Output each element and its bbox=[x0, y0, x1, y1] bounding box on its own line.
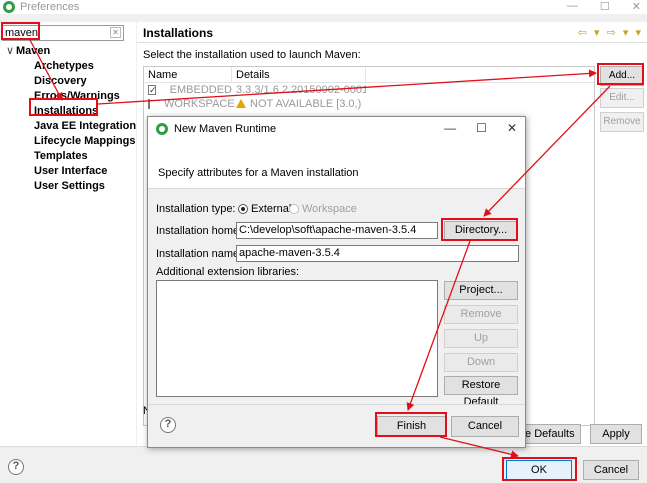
column-header-name[interactable]: Name bbox=[144, 67, 232, 82]
help-icon[interactable]: ? bbox=[8, 459, 24, 475]
filter-input[interactable] bbox=[3, 26, 103, 40]
installation-home-input[interactable]: C:\develop\soft\apache-maven-3.5.4 bbox=[236, 222, 438, 239]
up-button[interactable]: Up bbox=[444, 329, 518, 348]
dialog-divider bbox=[148, 404, 525, 405]
dialog-close-button[interactable]: ✕ bbox=[507, 121, 517, 135]
extension-libraries-label: Additional extension libraries: bbox=[156, 266, 300, 278]
window-title: Preferences bbox=[20, 1, 80, 13]
tree-node-errors-warnings[interactable]: Errors/Warnings bbox=[4, 89, 136, 104]
table-cell-name: WORKSPACE bbox=[144, 97, 235, 111]
table-row[interactable]: WORKSPACE NOT AVAILABLE [3.0,) bbox=[144, 97, 594, 111]
extension-libraries-list[interactable] bbox=[156, 280, 438, 397]
tree-node-installations[interactable]: Installations bbox=[4, 104, 136, 119]
page-navigation-arrows-icon[interactable]: ⇦ ▾ ⇨ ▾ ▾ bbox=[578, 26, 643, 39]
radio-dot bbox=[238, 204, 248, 214]
new-maven-runtime-dialog: New Maven Runtime — ☐ ✕ Specify attribut… bbox=[147, 116, 526, 448]
warning-icon bbox=[236, 99, 246, 108]
installation-name-label: Installation name: bbox=[156, 248, 243, 260]
dialog-title: New Maven Runtime bbox=[174, 123, 277, 135]
page-title: Installations bbox=[143, 26, 214, 40]
remove-button[interactable]: Remove bbox=[600, 112, 644, 132]
installation-type-label: Installation type: bbox=[156, 203, 236, 215]
tree-node-archetypes[interactable]: Archetypes bbox=[4, 59, 136, 74]
down-button[interactable]: Down bbox=[444, 353, 518, 372]
dialog-cancel-button[interactable]: Cancel bbox=[451, 416, 519, 437]
apply-button[interactable]: Apply bbox=[590, 424, 642, 444]
eclipse-app-icon bbox=[156, 123, 168, 135]
page-description: Select the installation used to launch M… bbox=[143, 49, 361, 61]
dialog-window-controls: — ☐ ✕ bbox=[444, 121, 517, 135]
header-divider bbox=[137, 42, 647, 43]
window-controls: — ☐ ✕ bbox=[567, 0, 641, 13]
add-button[interactable]: Add... bbox=[600, 66, 644, 86]
tree-node-maven[interactable]: ∨ Maven bbox=[4, 44, 136, 59]
tree-node-user-interface[interactable]: User Interface bbox=[4, 164, 136, 179]
row-checkbox[interactable] bbox=[148, 83, 156, 97]
tree-node-java-ee-integration[interactable]: Java EE Integration bbox=[4, 119, 136, 134]
tree-node-label: Maven bbox=[16, 45, 51, 57]
window-titlebar: Preferences — ☐ ✕ bbox=[0, 0, 647, 14]
tree-node-user-settings[interactable]: User Settings bbox=[4, 179, 136, 194]
eclipse-app-icon bbox=[3, 1, 15, 13]
finish-button[interactable]: Finish bbox=[377, 416, 446, 437]
row-checkbox[interactable] bbox=[148, 99, 150, 109]
dialog-titlebar: New Maven Runtime — ☐ ✕ bbox=[148, 117, 525, 141]
dialog-remove-button[interactable]: Remove bbox=[444, 305, 518, 324]
installation-name: EMBEDDED bbox=[169, 84, 232, 96]
tree-node-templates[interactable]: Templates bbox=[4, 149, 136, 164]
radio-label: External bbox=[251, 203, 292, 215]
table-cell-details: NOT AVAILABLE [3.0,) bbox=[232, 97, 366, 111]
tree-node-discovery[interactable]: Discovery bbox=[4, 74, 136, 89]
installation-home-label: Installation home: bbox=[156, 225, 243, 237]
dialog-maximize-button[interactable]: ☐ bbox=[476, 121, 487, 135]
radio-workspace[interactable]: Workspace bbox=[289, 203, 357, 215]
close-button[interactable]: ✕ bbox=[632, 0, 641, 13]
project-button[interactable]: Project... bbox=[444, 281, 518, 300]
column-header-details[interactable]: Details bbox=[232, 67, 366, 82]
radio-label: Workspace bbox=[302, 203, 357, 215]
radio-dot bbox=[289, 204, 299, 214]
radio-external[interactable]: External bbox=[238, 203, 291, 215]
preferences-tree-panel: ✕ ∨Maven Archetypes Discovery Errors/War… bbox=[0, 22, 136, 446]
directory-button[interactable]: Directory... bbox=[444, 221, 518, 240]
preferences-footer: ? OK Cancel bbox=[0, 446, 647, 483]
ok-button[interactable]: OK bbox=[506, 460, 572, 480]
preferences-tree: ∨ Maven Archetypes Discovery Errors/Warni… bbox=[4, 44, 136, 194]
cancel-button[interactable]: Cancel bbox=[583, 460, 639, 480]
dialog-help-icon[interactable]: ? bbox=[160, 417, 176, 433]
installation-name-input[interactable]: apache-maven-3.5.4 bbox=[236, 245, 519, 262]
installation-details: NOT AVAILABLE [3.0,) bbox=[250, 98, 362, 110]
installation-name: WORKSPACE bbox=[164, 98, 235, 110]
minimize-button[interactable]: — bbox=[567, 0, 578, 13]
dialog-minimize-button[interactable]: — bbox=[444, 121, 456, 135]
restore-default-button[interactable]: Restore Default bbox=[444, 376, 518, 408]
maximize-button[interactable]: ☐ bbox=[600, 0, 610, 13]
filter-box: ✕ bbox=[2, 25, 124, 41]
table-header: Name Details bbox=[144, 67, 594, 83]
dialog-message: Specify attributes for a Maven installat… bbox=[158, 167, 359, 179]
edit-button[interactable]: Edit... bbox=[600, 88, 644, 108]
clear-filter-icon[interactable]: ✕ bbox=[110, 27, 121, 38]
installation-details: 3.3.3/1.6.2.20150902-0001 bbox=[236, 84, 366, 96]
table-cell-name: EMBEDDED bbox=[144, 83, 232, 97]
tree-node-lifecycle-mappings[interactable]: Lifecycle Mappings bbox=[4, 134, 136, 149]
chevron-down-icon[interactable]: ∨ bbox=[6, 44, 16, 59]
dialog-banner: Specify attributes for a Maven installat… bbox=[148, 141, 525, 189]
table-row[interactable]: EMBEDDED 3.3.3/1.6.2.20150902-0001 bbox=[144, 83, 594, 97]
